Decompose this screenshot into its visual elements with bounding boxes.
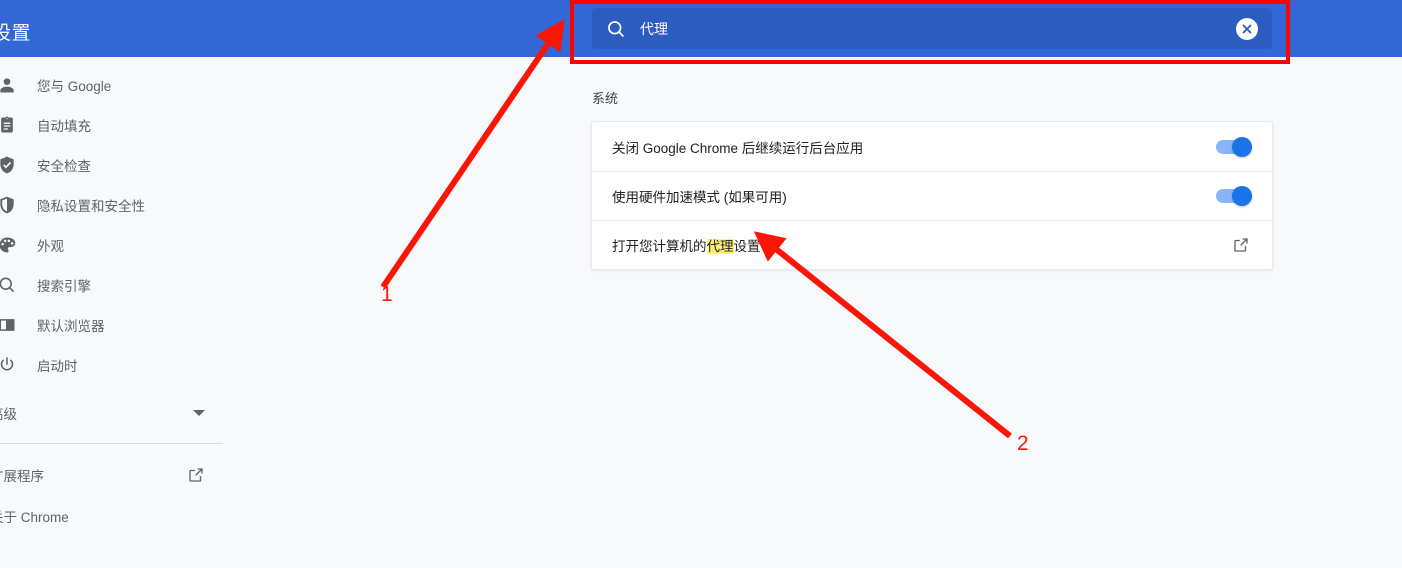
- power-icon: [0, 355, 17, 375]
- row-open-proxy-settings[interactable]: 打开您计算机的代理设置: [592, 220, 1272, 269]
- toggle-background-apps[interactable]: [1216, 136, 1252, 157]
- chevron-down-icon: [193, 410, 205, 416]
- person-icon: [0, 75, 17, 95]
- sidebar-item-appearance[interactable]: 外观: [0, 225, 223, 265]
- sidebar-item-you-and-google[interactable]: 您与 Google: [0, 65, 223, 105]
- settings-search-box[interactable]: 代理: [592, 8, 1272, 49]
- toggle-knob: [1232, 136, 1252, 157]
- shield-check-icon: [0, 155, 17, 175]
- sidebar-item-label: 隐私设置和安全性: [37, 199, 145, 214]
- sidebar-item-about-chrome[interactable]: 关于 Chrome: [0, 496, 223, 536]
- sidebar-item-label: 启动时: [37, 359, 78, 374]
- settings-page: 设置 代理 您与 Google 自动填充 安全检查 隐私设置和安全性 外观 搜索…: [0, 0, 1402, 568]
- search-input[interactable]: 代理: [640, 19, 1236, 39]
- sidebar-item-safety-check[interactable]: 安全检查: [0, 145, 223, 185]
- sidebar-item-label: 默认浏览器: [37, 319, 105, 334]
- sidebar-item-label: 扩展程序: [0, 469, 44, 484]
- clipboard-icon: [0, 115, 17, 135]
- page-header: 设置 代理: [0, 0, 1402, 57]
- sidebar-item-label: 搜索引擎: [37, 279, 91, 294]
- sidebar-item-default-browser[interactable]: 默认浏览器: [0, 305, 223, 345]
- sidebar-item-on-startup[interactable]: 启动时: [0, 345, 223, 385]
- sidebar-item-label: 您与 Google: [37, 79, 112, 94]
- sidebar-item-search-engine[interactable]: 搜索引擎: [0, 265, 223, 305]
- search-icon: [606, 19, 626, 39]
- external-link-icon: [187, 466, 205, 484]
- sidebar-item-advanced[interactable]: 高级: [0, 393, 223, 433]
- browser-window-icon: [0, 315, 17, 335]
- row-hardware-acceleration[interactable]: 使用硬件加速模式 (如果可用): [592, 171, 1272, 220]
- system-settings-card: 关闭 Google Chrome 后继续运行后台应用 使用硬件加速模式 (如果可…: [591, 121, 1273, 270]
- sidebar-item-label: 关于 Chrome: [0, 510, 69, 525]
- row-label-highlight: 代理: [706, 239, 734, 254]
- page-title: 设置: [0, 23, 32, 44]
- toggle-knob: [1232, 186, 1252, 206]
- row-label-suffix: 设置: [733, 239, 761, 254]
- external-link-icon[interactable]: [1232, 236, 1250, 254]
- sidebar-item-extensions[interactable]: 扩展程序: [0, 455, 223, 495]
- toggle-hardware-acceleration[interactable]: [1216, 186, 1252, 206]
- shield-half-icon: [0, 195, 17, 215]
- sidebar-item-label: 自动填充: [37, 119, 91, 134]
- row-label: 关闭 Google Chrome 后继续运行后台应用: [612, 140, 864, 156]
- settings-sidebar: 您与 Google 自动填充 安全检查 隐私设置和安全性 外观 搜索引擎 默认浏…: [0, 57, 223, 568]
- sidebar-item-label: 高级: [0, 407, 17, 422]
- clear-search-icon[interactable]: [1236, 17, 1258, 40]
- search-icon: [0, 275, 17, 295]
- sidebar-item-label: 安全检查: [37, 159, 91, 174]
- palette-icon: [0, 235, 17, 255]
- row-background-apps[interactable]: 关闭 Google Chrome 后继续运行后台应用: [592, 122, 1272, 171]
- sidebar-item-privacy-and-security[interactable]: 隐私设置和安全性: [0, 185, 223, 225]
- section-title-system: 系统: [592, 91, 619, 106]
- row-label: 使用硬件加速模式 (如果可用): [612, 190, 787, 205]
- row-label-prefix: 打开您计算机的: [612, 239, 707, 254]
- settings-main-content: 系统 关闭 Google Chrome 后继续运行后台应用 使用硬件加速模式 (…: [223, 57, 1402, 568]
- row-label: 打开您计算机的代理设置: [612, 235, 761, 255]
- sidebar-item-autofill[interactable]: 自动填充: [0, 105, 223, 145]
- sidebar-item-label: 外观: [37, 239, 64, 254]
- sidebar-top-spacer: [0, 57, 223, 65]
